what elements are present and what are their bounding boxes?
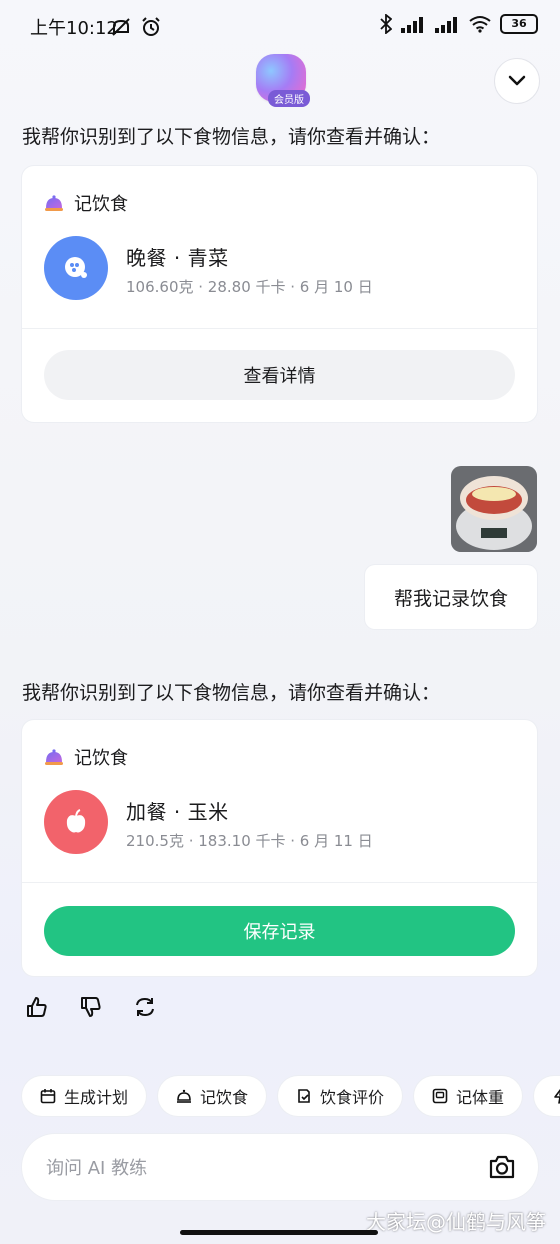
apple-icon	[66, 809, 86, 833]
dining-cloche-icon	[45, 195, 63, 211]
chip-label: 记饮食	[200, 1088, 249, 1107]
chip-diet-review[interactable]: 饮食评价	[278, 1076, 403, 1116]
chip-label: 饮食评价	[320, 1088, 385, 1107]
dislike-button[interactable]	[78, 994, 104, 1020]
feedback-actions	[24, 994, 158, 1020]
chat-input-bar	[22, 1134, 538, 1200]
user-message: 帮我记录饮食	[365, 565, 537, 629]
dining-cloche-icon	[45, 749, 63, 765]
chip-log-weight[interactable]: 记体重	[414, 1076, 523, 1116]
food-avatar	[44, 790, 108, 854]
scale-icon	[432, 1088, 448, 1104]
card-header: 记饮食	[44, 744, 128, 770]
food-record-card: 记饮食 加餐 · 玉米 210.5克 · 183.10 千卡 · 6 月 11 …	[22, 720, 537, 976]
chevron-down-icon	[508, 75, 526, 86]
card-divider	[22, 328, 537, 329]
alarm-icon	[142, 17, 160, 36]
status-time: 上午10:12	[30, 18, 118, 39]
signal-icon	[401, 17, 423, 33]
food-meta: 106.60克 · 28.80 千卡 · 6 月 10 日	[126, 278, 373, 296]
like-button[interactable]	[24, 994, 50, 1020]
signal-icon	[435, 17, 457, 33]
assistant-message: 我帮你识别到了以下食物信息，请你查看并确认：	[22, 682, 441, 704]
food-avatar	[44, 236, 108, 300]
user-food-photo[interactable]	[451, 466, 537, 552]
watermark: 大家坛@仙鹤与风筝	[366, 1210, 546, 1234]
card-title: 记饮食	[74, 748, 128, 769]
regenerate-button[interactable]	[132, 994, 158, 1020]
food-title: 加餐 · 玉米	[126, 800, 229, 824]
assistant-message: 我帮你识别到了以下食物信息，请你查看并确认：	[22, 126, 441, 148]
refresh-icon	[136, 997, 154, 1017]
chip-log-diet[interactable]: 记饮食	[158, 1076, 267, 1116]
save-record-button[interactable]: 保存记录	[44, 906, 515, 956]
battery-indicator: 36	[500, 14, 538, 34]
card-title: 记饮食	[74, 194, 128, 215]
bluetooth-icon	[380, 14, 392, 34]
home-indicator	[180, 1230, 378, 1235]
member-badge: 会员版	[268, 90, 310, 107]
view-details-button[interactable]: 查看详情	[44, 350, 515, 400]
card-header: 记饮食	[44, 190, 128, 216]
status-left-icons	[110, 16, 162, 38]
status-right-icons: 36	[380, 14, 538, 34]
chip-more[interactable]	[534, 1076, 560, 1116]
card-divider	[22, 882, 537, 883]
chip-label: 记体重	[456, 1088, 505, 1107]
food-meta: 210.5克 · 183.10 千卡 · 6 月 11 日	[126, 832, 373, 850]
chip-generate-plan[interactable]: 生成计划	[22, 1076, 147, 1116]
camera-icon	[489, 1155, 515, 1179]
lightning-icon	[554, 1089, 560, 1104]
mute-icon	[112, 18, 130, 36]
chip-label: 生成计划	[64, 1088, 129, 1107]
food-icon	[65, 257, 87, 278]
food-record-card: 记饮食 晚餐 · 青菜 106.60克 · 28.80 千卡 · 6 月 10 …	[22, 166, 537, 422]
food-photo-image	[451, 466, 537, 552]
wifi-icon	[469, 16, 491, 33]
calendar-icon	[40, 1089, 56, 1104]
camera-button[interactable]	[488, 1154, 516, 1180]
collapse-button[interactable]	[494, 58, 540, 104]
thumbs-down-icon	[81, 997, 101, 1017]
food-title: 晚餐 · 青菜	[126, 246, 229, 270]
thumbs-up-icon	[27, 997, 47, 1017]
ask-ai-coach-input[interactable]	[44, 1152, 468, 1184]
dining-cloche-icon	[177, 1089, 192, 1103]
quick-actions: 生成计划 记饮食 饮食评价 记体重	[22, 1076, 560, 1116]
review-icon	[298, 1089, 310, 1103]
